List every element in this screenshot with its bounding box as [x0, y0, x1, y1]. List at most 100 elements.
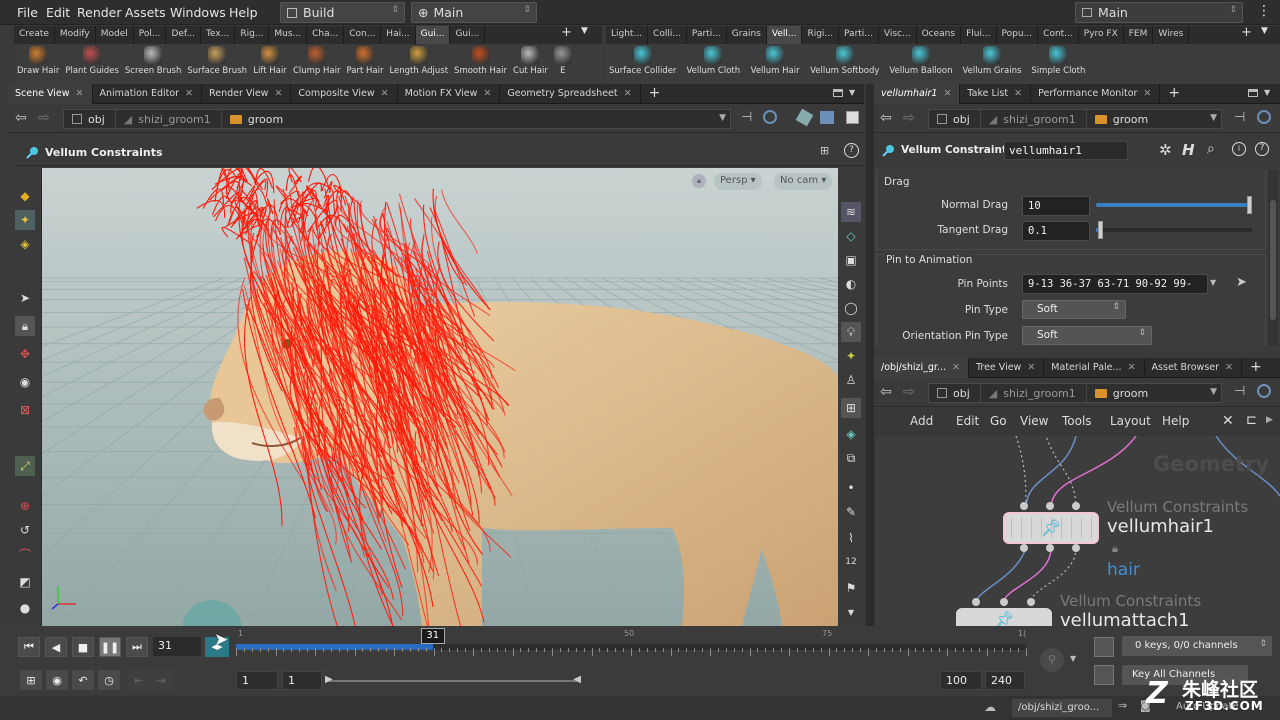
gear-icon[interactable]: ✲: [1159, 141, 1172, 159]
input-port[interactable]: [1072, 502, 1080, 510]
pencil-icon[interactable]: ✎: [841, 502, 861, 522]
pin-points-field[interactable]: 9-13 36-37 63-71 90-92 99-: [1022, 274, 1208, 294]
pane-tab[interactable]: Tree View ✕: [969, 358, 1045, 378]
node-vellumhair1[interactable]: 📌︎: [1003, 512, 1099, 544]
shelf-tab[interactable]: Hai...: [381, 26, 416, 44]
select-arrow-icon[interactable]: ➤: [1236, 275, 1247, 290]
shelf-tab[interactable]: Cont...: [1038, 26, 1079, 44]
crumb-groom[interactable]: groom: [1087, 384, 1158, 402]
magnet-icon[interactable]: ⊕: [15, 496, 35, 516]
chevron-right-icon[interactable]: ⇒: [1118, 699, 1127, 712]
paint-tool-icon[interactable]: ◈: [15, 234, 35, 254]
desktop-selector-main[interactable]: ⊕ Main ⇕: [411, 2, 537, 23]
shelf-tab[interactable]: Rigi...: [802, 26, 840, 44]
forward-arrow-icon[interactable]: ⇨: [903, 110, 915, 126]
camera-icon[interactable]: [820, 111, 834, 124]
shelf-tool[interactable]: Surface Collider: [606, 44, 679, 84]
desktop-selector-right[interactable]: Main ⇕: [1075, 2, 1243, 23]
link-icon[interactable]: [763, 110, 777, 124]
shelf-tab[interactable]: Grains: [727, 26, 767, 44]
orientation-pin-select[interactable]: Soft ⇕: [1022, 326, 1152, 345]
close-icon[interactable]: ✕: [76, 88, 84, 104]
close-icon[interactable]: ✕: [952, 362, 960, 378]
shelf-tool[interactable]: Vellum Balloon: [886, 44, 955, 84]
range-slider[interactable]: ▶ ◀: [325, 674, 581, 685]
network-menu-item[interactable]: Add: [910, 414, 933, 428]
input-port[interactable]: [972, 598, 980, 606]
shelf-tab[interactable]: Mus...: [269, 26, 308, 44]
chevron-down-icon[interactable]: ▼: [1210, 387, 1217, 397]
shelf-tool[interactable]: Cut Hair: [510, 44, 551, 84]
close-icon[interactable]: ✕: [624, 88, 632, 104]
snap-icon[interactable]: ↺: [15, 520, 35, 540]
shelf-tab[interactable]: Cha...: [307, 26, 345, 44]
link-view-icon[interactable]: ⧉: [841, 448, 861, 468]
network-menu-item[interactable]: Layout: [1110, 414, 1151, 428]
wrench-icon[interactable]: ✕: [1222, 413, 1234, 429]
crumb-shizi[interactable]: ◢ shizi_groom1: [116, 110, 222, 128]
brush-tool-icon[interactable]: ✦: [15, 210, 35, 230]
help-icon[interactable]: ?: [844, 143, 859, 158]
shelf-tool[interactable]: Vellum Hair: [747, 44, 803, 84]
output-port[interactable]: [1072, 544, 1080, 552]
scene-viewport[interactable]: 🔒︎ Persp ▾ No cam ▾: [42, 168, 838, 626]
chevron-down-icon[interactable]: ▼: [1261, 26, 1268, 36]
shelf-tool[interactable]: Vellum Grains: [959, 44, 1024, 84]
shelf-tab[interactable]: Model: [96, 26, 134, 44]
output-port[interactable]: [1020, 544, 1028, 552]
input-port[interactable]: [1027, 598, 1035, 606]
shelf-tool[interactable]: Part Hair: [344, 44, 387, 84]
person-icon[interactable]: ♙: [841, 370, 861, 390]
cloud-icon[interactable]: ☁: [984, 700, 996, 714]
crumb-obj[interactable]: obj: [64, 110, 116, 128]
stop-button[interactable]: ■: [72, 637, 94, 657]
render-region-icon[interactable]: ◩: [15, 572, 35, 592]
add-tab-icon[interactable]: +: [561, 25, 572, 40]
status-path[interactable]: /obj/shizi_groo...: [1012, 699, 1112, 717]
pause-button[interactable]: ❚❚: [99, 637, 121, 657]
range-start2-field[interactable]: 1: [282, 671, 322, 690]
shelf-tool[interactable]: Clump Hair: [290, 44, 344, 84]
close-icon[interactable]: ✕: [1014, 88, 1022, 104]
close-icon[interactable]: ✕: [1225, 362, 1233, 378]
shelf-tab[interactable]: Modify: [55, 26, 96, 44]
flag-icon[interactable]: ⚑: [841, 578, 861, 598]
forward-arrow-icon[interactable]: ⇨: [903, 384, 915, 400]
node-name-field[interactable]: vellumhair1: [1004, 141, 1128, 160]
close-icon[interactable]: ✕: [185, 88, 193, 104]
shelf-tab[interactable]: Wires: [1153, 26, 1190, 44]
shelf-tab[interactable]: Vell...: [766, 26, 803, 44]
jump-start-button[interactable]: ⏮: [18, 637, 40, 657]
persp-menu[interactable]: Persp ▾: [714, 173, 762, 190]
crumb-shizi[interactable]: ◢ shizi_groom1: [981, 110, 1087, 128]
dot-icon[interactable]: •: [841, 478, 861, 498]
shelf-tab[interactable]: Light...: [606, 26, 649, 44]
add-tab-icon[interactable]: +: [1160, 84, 1188, 103]
shelf-tab[interactable]: Gui...: [415, 26, 451, 44]
key-icon[interactable]: ⚲: [1040, 648, 1064, 672]
scale-icon[interactable]: ⊠: [15, 400, 35, 420]
number-icon[interactable]: 12: [841, 552, 861, 572]
crumb-shizi[interactable]: ◢ shizi_groom1: [981, 384, 1087, 402]
pane-tab[interactable]: Take List ✕: [960, 84, 1032, 104]
shelf-tab[interactable]: Gui...: [450, 26, 486, 44]
shelf-tool[interactable]: Length Adjust: [386, 44, 451, 84]
chevron-down-icon[interactable]: ▼: [719, 113, 726, 123]
shelf-tool[interactable]: Plant Guides: [62, 44, 122, 84]
pose-icon[interactable]: ⌒: [15, 544, 35, 564]
network-editor[interactable]: Geometry 📌︎ Vellum Constraints vellumhai…: [876, 436, 1280, 626]
sphere-icon[interactable]: ●: [15, 598, 35, 618]
shelf-tab[interactable]: Pyro FX: [1079, 26, 1124, 44]
pin-icon[interactable]: ⊣: [741, 110, 752, 125]
add-tab-icon[interactable]: +: [1242, 358, 1270, 377]
tree-icon[interactable]: ⊏: [1246, 413, 1257, 428]
shelf-tab[interactable]: Tex...: [201, 26, 236, 44]
camera-view-icon[interactable]: ⊞: [841, 398, 861, 418]
chevron-down-icon[interactable]: ▼: [849, 88, 855, 97]
pane-tab[interactable]: Asset Browser ✕: [1145, 358, 1242, 378]
slider-handle[interactable]: [1247, 196, 1252, 214]
node1-name-label[interactable]: vellumhair1: [1107, 516, 1214, 537]
shelf-tab[interactable]: Def...: [166, 26, 202, 44]
shelf-tab[interactable]: Colli...: [648, 26, 687, 44]
shelf-tool[interactable]: Lift Hair: [250, 44, 290, 84]
